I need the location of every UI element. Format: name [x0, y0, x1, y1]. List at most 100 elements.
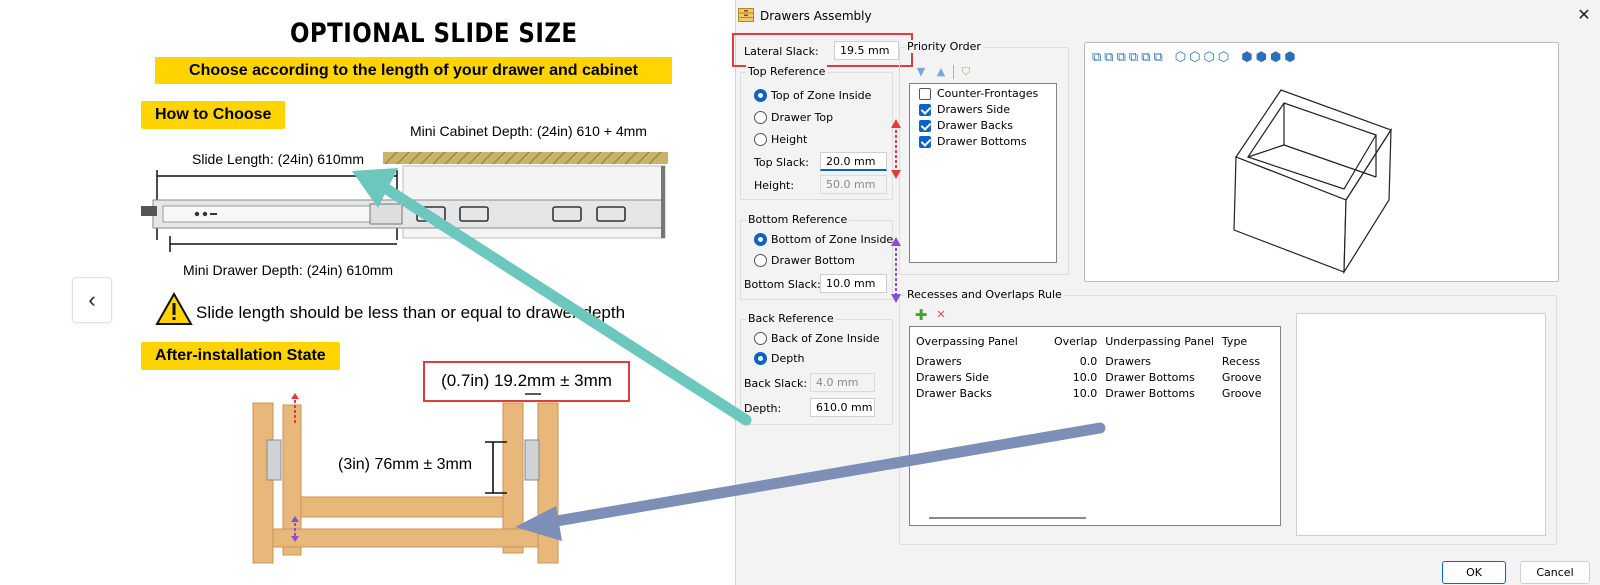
radio-drawer-top[interactable]: Drawer Top [754, 111, 833, 124]
radio-button[interactable] [754, 332, 767, 345]
priority-item-drawer-backs[interactable]: Drawer Backs [919, 119, 1013, 132]
table-cell: Recess [1221, 354, 1261, 368]
dialog-title: Drawers Assembly [760, 9, 872, 23]
radio-drawer-bottom[interactable]: Drawer Bottom [754, 254, 855, 267]
view-left-icon[interactable]: ⧉ [1117, 50, 1126, 65]
move-down-icon[interactable]: ▼ [914, 65, 928, 79]
radio-button[interactable] [754, 133, 767, 146]
shade-1-icon[interactable]: ⬢ [1241, 50, 1252, 65]
table-row[interactable]: Drawer Backs 10.0 Drawer Bottoms Groove [912, 385, 1278, 401]
priority-order-title: Priority Order [905, 40, 983, 53]
view-iso-4-icon[interactable]: ⬡ [1218, 50, 1229, 65]
recess-preview-panel [1296, 313, 1546, 536]
slide-diagram [141, 151, 668, 252]
radio-button-selected[interactable] [754, 89, 767, 102]
lateral-slack-highlight [732, 33, 913, 67]
checkbox-checked[interactable] [919, 135, 931, 148]
radio-label: Top of Zone Inside [771, 89, 872, 102]
radio-label: Bottom of Zone Inside [771, 233, 894, 246]
table-cell: Drawer Bottoms [1105, 386, 1195, 400]
bottom-reference-title: Bottom Reference [746, 213, 850, 226]
table-cell: Groove [1221, 386, 1262, 400]
priority-item-label: Drawers Side [937, 103, 1011, 116]
view-iso-1-icon[interactable]: ⬡ [1175, 50, 1186, 65]
delete-icon[interactable]: ✕ [934, 308, 948, 322]
priority-item-drawer-bottoms[interactable]: Drawer Bottoms [919, 135, 1027, 148]
close-button[interactable]: ✕ [1573, 4, 1595, 26]
ok-button[interactable]: OK [1442, 561, 1506, 584]
depth-label: Depth: [744, 402, 782, 415]
installation-diagram [252, 393, 559, 564]
checkbox-checked[interactable] [919, 103, 931, 116]
table-cell: 10.0 [1072, 370, 1098, 384]
radio-label: Depth [771, 352, 805, 365]
radio-bottom-of-zone-inside[interactable]: Bottom of Zone Inside [754, 233, 893, 246]
table-cell: Drawers Side [916, 370, 990, 384]
checkbox[interactable] [919, 87, 931, 100]
radio-depth[interactable]: Depth [754, 352, 805, 365]
priority-item-label: Drawer Bottoms [937, 135, 1027, 148]
column-header[interactable]: Underpassing Panel [1101, 329, 1218, 353]
filter-icon[interactable]: ⛉ [959, 65, 973, 79]
radio-button-selected[interactable] [754, 352, 767, 365]
recesses-table: Overpassing Panel Overlap Underpassing P… [912, 329, 1278, 401]
view-back-icon[interactable]: ⧉ [1104, 50, 1113, 65]
priority-item-drawers-side[interactable]: Drawers Side [919, 103, 1010, 116]
column-header[interactable]: Overlap [1050, 329, 1101, 353]
top-slack-label: Top Slack: [754, 156, 809, 169]
bottom-slack-input[interactable]: 10.0 mm [820, 274, 887, 293]
drawer-app-icon [738, 8, 754, 22]
radio-height[interactable]: Height [754, 133, 807, 146]
radio-button-selected[interactable] [754, 233, 767, 246]
view-iso-3-icon[interactable]: ⬡ [1204, 50, 1215, 65]
table-cell: 0.0 [1079, 354, 1098, 368]
back-slack-input[interactable]: 4.0 mm [810, 373, 875, 392]
radio-label: Drawer Top [771, 111, 834, 124]
view-front-icon[interactable]: ⧉ [1092, 50, 1101, 65]
view-right-icon[interactable]: ⧉ [1129, 50, 1138, 65]
product-image: OPTIONAL SLIDE SIZE Choose according to … [0, 0, 735, 585]
cancel-button[interactable]: Cancel [1520, 561, 1590, 584]
view-top-icon[interactable]: ⧉ [1141, 50, 1150, 65]
shade-4-icon[interactable]: ⬢ [1284, 50, 1295, 65]
horizontal-scrollbar[interactable] [929, 517, 1086, 519]
radio-label: Height [771, 133, 808, 146]
table-cell: Drawers [1105, 354, 1152, 368]
radio-back-of-zone-inside[interactable]: Back of Zone Inside [754, 332, 880, 345]
recesses-title: Recesses and Overlaps Rule [905, 288, 1064, 301]
move-up-icon[interactable]: ▲ [934, 65, 948, 79]
previous-image-button[interactable]: ‹ [72, 277, 112, 323]
top-slack-input[interactable]: 20.0 mm [820, 152, 887, 171]
priority-item-counter-frontages[interactable]: Counter-Frontages [919, 87, 1038, 100]
radio-button[interactable] [754, 254, 767, 267]
back-slack-label: Back Slack: [744, 377, 808, 390]
title-bar[interactable]: Drawers Assembly ✕ [736, 0, 1600, 31]
radio-button[interactable] [754, 111, 767, 124]
view-iso-2-icon[interactable]: ⬡ [1189, 50, 1200, 65]
table-cell: 10.0 [1072, 386, 1098, 400]
how-to-choose-chip: How to Choose [141, 101, 286, 129]
shade-2-icon[interactable]: ⬢ [1256, 50, 1267, 65]
table-cell: Drawers [916, 354, 962, 368]
table-row[interactable]: Drawers Side 10.0 Drawer Bottoms Groove [912, 369, 1278, 385]
table-cell: Drawer Backs [916, 386, 992, 400]
shade-3-icon[interactable]: ⬢ [1270, 50, 1281, 65]
radio-top-of-zone-inside[interactable]: Top of Zone Inside [754, 89, 871, 102]
priority-item-label: Drawer Backs [937, 119, 1013, 132]
column-header[interactable]: Type [1218, 329, 1278, 353]
add-icon[interactable]: ✚ [914, 308, 928, 323]
product-title: OPTIONAL SLIDE SIZE [290, 18, 578, 49]
height-label: Height: [754, 179, 795, 192]
table-header-row: Overpassing Panel Overlap Underpassing P… [912, 329, 1278, 353]
depth-input[interactable]: 610.0 mm [810, 398, 875, 417]
table-row[interactable]: Drawers 0.0 Drawers Recess [912, 353, 1278, 369]
column-header[interactable]: Overpassing Panel [912, 329, 1050, 353]
drawers-assembly-dialog: Drawers Assembly ✕ Lateral Slack: 19.5 m… [732, 0, 1600, 585]
view-bottom-icon[interactable]: ⧉ [1153, 50, 1162, 65]
warning-text: Slide length should be less than or equa… [196, 303, 626, 322]
mini-cabinet-depth-label: Mini Cabinet Depth: (24in) 610 + 4mm [410, 123, 647, 139]
checkbox-checked[interactable] [919, 119, 931, 132]
table-cell: Groove [1221, 370, 1262, 384]
table-cell: Drawer Bottoms [1105, 370, 1195, 384]
height-input[interactable]: 50.0 mm [820, 175, 887, 194]
